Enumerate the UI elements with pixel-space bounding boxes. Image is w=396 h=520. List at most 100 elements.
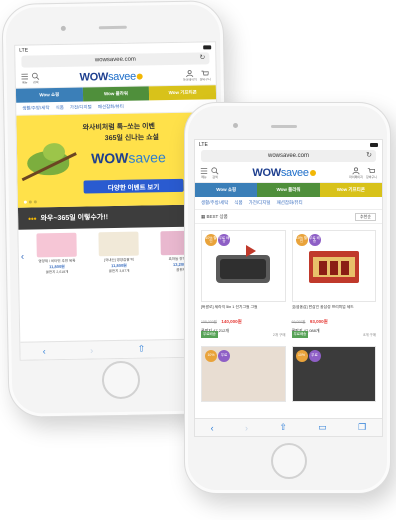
subcat-food[interactable]: 식품 <box>56 105 64 111</box>
grill-image <box>216 245 271 283</box>
subcat-living[interactable]: 생활/주방/세탁 <box>22 105 49 111</box>
speaker-grille <box>271 125 297 128</box>
subcat-food[interactable]: 식품 <box>234 200 242 206</box>
sort-select[interactable]: 추천순 <box>354 212 376 221</box>
subcat-electronics[interactable]: 가전/디지털 <box>70 104 92 110</box>
search-button[interactable]: 검색 <box>32 72 40 84</box>
reload-icon[interactable]: ↻ <box>199 53 205 61</box>
front-phone-screen: LTE wowsavee.com ↻ 메뉴 검색 WOWsavee 마이페이지 … <box>194 139 383 437</box>
shipping-tag: 무료배송 <box>291 331 309 338</box>
banner-logo: WOWsavee <box>90 149 166 167</box>
site-header: 메뉴 검색 WOWsavee 마이페이지 장바구니 <box>195 163 382 183</box>
logo-mascot-icon <box>136 73 143 80</box>
cart-icon <box>201 70 210 75</box>
menu-button[interactable]: 메뉴 <box>200 167 208 179</box>
tab-wow-gifticon[interactable]: Wow 기프티콘 <box>319 183 382 197</box>
product-grid: 10% 할인 무료 배송 [버팔로] 세라믹 5in 1 전기그릴 그릴 158… <box>195 224 382 402</box>
free-shipping-badge: 무료 배송 <box>218 234 230 246</box>
free-shipping-badge: 무료 <box>308 350 321 362</box>
discount-badge: 10% <box>205 350 217 362</box>
subcat-living[interactable]: 생활/주방/세탁 <box>201 200 228 206</box>
user-icon <box>186 69 194 77</box>
product-card[interactable]: 10% 할인 무료 배송 [농협홍삼] 한삼인 홍삼정 프리미엄 세트 69,0… <box>291 230 376 340</box>
tabs-icon[interactable]: ❐ <box>358 422 366 433</box>
url-text: wowsavee.com <box>267 153 309 159</box>
chevron-left-icon[interactable]: ‹ <box>21 252 25 263</box>
search-icon <box>32 72 40 80</box>
product-image: 10% 할인 무료 배송 <box>201 230 286 302</box>
mockup-stage: LTE wowsavee.com ↻ 메뉴 검색 WOWsavee 마이페이지 … <box>0 0 396 520</box>
carousel-dots[interactable] <box>23 200 37 204</box>
back-arrow-icon[interactable]: ‹ <box>211 423 214 433</box>
cart-icon <box>368 167 376 173</box>
home-button[interactable] <box>271 443 307 479</box>
front-phone: LTE wowsavee.com ↻ 메뉴 검색 WOWsavee 마이페이지 … <box>184 102 391 494</box>
discount-badge: 10% 할인 <box>295 234 308 246</box>
user-icon <box>352 166 360 174</box>
tab-wow-gifticon[interactable]: Wow 기프티콘 <box>149 85 217 101</box>
tab-wow-flower[interactable]: Wow 플라워 <box>257 183 320 197</box>
tab-wow-shopping[interactable]: Wow 쇼핑 <box>15 87 83 103</box>
subcat-electronics[interactable]: 가전/디지털 <box>249 200 271 206</box>
home-button[interactable] <box>101 360 141 400</box>
forward-arrow-icon[interactable]: › <box>245 423 248 433</box>
tab-wow-flower[interactable]: Wow 플라워 <box>82 86 150 102</box>
mypage-button[interactable]: 마이페이지 <box>183 69 197 81</box>
menu-icon <box>21 73 28 79</box>
speaker-grille <box>98 25 127 30</box>
logo-mascot-icon <box>309 169 316 176</box>
url-text: wowsavee.com <box>94 56 136 64</box>
product-item[interactable]: 영양제 / 비타민 추천 목록 11,800원 쿨판지 2,618개 <box>28 232 85 294</box>
cart-button[interactable]: 장바구니 <box>200 69 211 81</box>
product-card[interactable]: 10% 무료 <box>291 346 376 402</box>
site-logo[interactable]: WOWsavee <box>40 69 183 83</box>
banner-subheadline: 365일 신나는 쇼설 <box>104 134 160 143</box>
purchase-count: 2개 구매 <box>272 333 286 337</box>
view-events-button[interactable]: 다양한 이벤트 보기 <box>83 178 184 194</box>
ginseng-gift-image <box>308 251 359 283</box>
shipping-tag: 무료배송 <box>201 331 218 338</box>
cart-button[interactable]: 장바구니 <box>366 167 377 179</box>
menu-button[interactable]: 메뉴 <box>21 72 29 84</box>
battery-icon <box>370 142 378 147</box>
camera-dot <box>60 25 66 31</box>
product-card[interactable]: 10% 무료 <box>201 346 286 402</box>
discount-badge: 10% <box>295 350 308 362</box>
ellipsis-icon: ••• <box>28 213 37 224</box>
tab-wow-shopping[interactable]: Wow 쇼핑 <box>195 183 258 197</box>
best-label: BEST 상품 <box>206 213 228 219</box>
reload-icon[interactable]: ↻ <box>366 151 372 159</box>
search-button[interactable]: 검색 <box>211 166 219 179</box>
product-card[interactable]: 10% 할인 무료 배송 [버팔로] 세라믹 5in 1 전기그릴 그릴 158… <box>201 230 286 340</box>
product-image <box>36 232 77 258</box>
menu-icon <box>200 167 208 174</box>
url-bar[interactable]: wowsavee.com ↻ <box>201 150 376 162</box>
carrier-label: LTE <box>199 141 208 148</box>
purchase-count: 8개 구매 <box>363 333 376 337</box>
mypage-button[interactable]: 마이페이지 <box>349 166 363 179</box>
free-shipping-badge: 무료 <box>218 350 230 362</box>
main-tabs: Wow 쇼핑 Wow 플라워 Wow 기프티콘 <box>195 183 382 197</box>
browser-toolbar: ‹ › ⇧ ▭ ❐ <box>195 418 382 436</box>
subcat-fashion[interactable]: 패션잡화/뷰티 <box>98 104 124 110</box>
site-logo[interactable]: WOWsavee <box>219 167 349 179</box>
bookmarks-icon[interactable]: ▭ <box>318 422 327 433</box>
carrier-label: LTE <box>19 47 29 54</box>
grid-icon[interactable]: ▦ <box>201 214 205 219</box>
forward-arrow-icon[interactable]: › <box>90 345 93 355</box>
share-icon[interactable]: ⇧ <box>279 422 287 433</box>
banner-headline: 와사비처럼 톡~쏘는 이벤 <box>82 123 156 132</box>
best-section-header: ▦ BEST 상품 추천순 <box>195 210 382 224</box>
discount-badge: 10% 할인 <box>205 234 217 246</box>
product-image <box>98 231 139 257</box>
subcategory-bar: 생활/주방/세탁 식품 가전/디지털 패션잡화/뷰티 <box>195 197 382 210</box>
product-item[interactable]: [국내산] 영양찹쌀 떡 11,800원 쿨판지 3,87개 <box>90 231 147 292</box>
product-image: 10% 무료 <box>291 346 376 402</box>
share-icon[interactable]: ⇧ <box>138 344 146 355</box>
search-icon <box>211 166 219 174</box>
back-arrow-icon[interactable]: ‹ <box>43 346 46 356</box>
camera-dot <box>233 123 238 128</box>
status-bar: LTE <box>195 140 382 149</box>
free-shipping-badge: 무료 배송 <box>308 234 321 246</box>
subcat-fashion[interactable]: 패션잡화/뷰티 <box>277 200 303 206</box>
